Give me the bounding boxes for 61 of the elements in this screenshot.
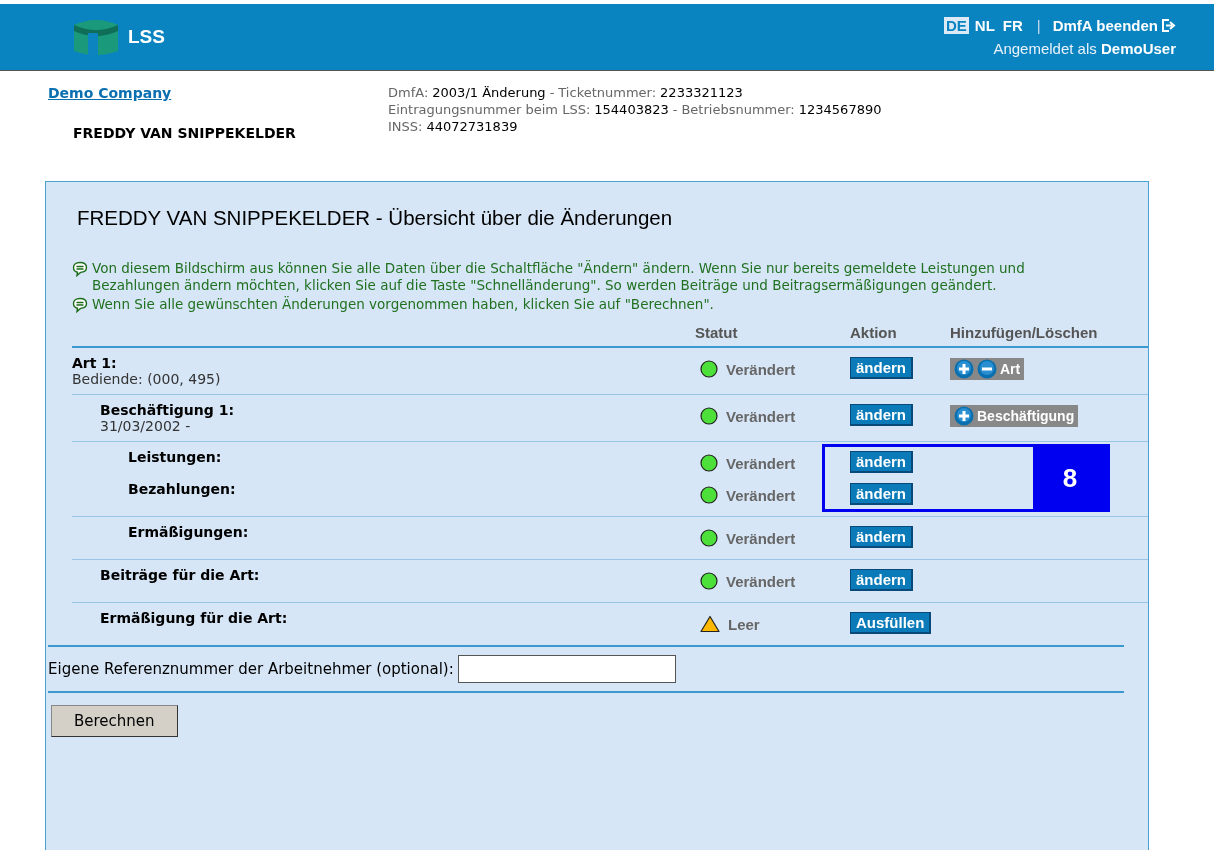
row-label: Art 1:: [72, 355, 118, 371]
language-link[interactable]: NL: [972, 17, 997, 34]
speech-bubble-icon: [72, 297, 88, 313]
column-header: Hinzufügen/Löschen: [950, 324, 1099, 343]
status-text: Leer: [728, 615, 760, 633]
row-label: Ermäßigung für die Art:: [100, 610, 289, 626]
field-value: 2003/1 Änderung: [432, 85, 546, 100]
add-remove-label: Beschäftigung: [977, 408, 1075, 424]
field-label: DmfA:: [388, 85, 429, 100]
edit-button[interactable]: ändern: [850, 404, 913, 426]
add-remove-control[interactable]: Art: [950, 358, 1025, 380]
logo-text: LSS: [128, 26, 165, 48]
add-remove-control[interactable]: Beschäftigung: [950, 405, 1079, 427]
row-label: Bezahlungen:: [128, 481, 237, 497]
field-value: 154403823: [594, 102, 669, 117]
language-link[interactable]: FR: [1000, 17, 1025, 34]
column-header: Statut: [695, 324, 739, 343]
edit-button[interactable]: ändern: [850, 569, 913, 591]
status-text: Verändert: [726, 360, 796, 378]
reference-label: Eigene Referenznummer der Arbeitnehmer (optional):: [48, 660, 454, 678]
row-label: Ermäßigungen:: [128, 524, 250, 540]
field-label: INSS:: [388, 119, 423, 134]
field-label: Ticketnummer:: [558, 85, 657, 100]
exit-icon: [1162, 19, 1176, 32]
edit-button[interactable]: Ausfüllen: [850, 612, 932, 634]
panel-title: FREDDY VAN SNIPPEKELDER - Übersicht über die Änderungen: [76, 206, 674, 230]
column-header: Aktion: [850, 324, 898, 343]
status-text: Verändert: [726, 454, 796, 472]
field-value: 44072731839: [426, 119, 518, 134]
separator: -: [549, 85, 555, 100]
row-label: Beiträge für die Art:: [100, 567, 261, 583]
calculate-button[interactable]: Berechnen: [51, 705, 178, 737]
field-value: 1234567890: [798, 102, 882, 117]
edit-button[interactable]: ändern: [850, 483, 913, 505]
separator: |: [1036, 17, 1041, 34]
info-note: Wenn Sie alle gewünschten Änderungen vorgenommen haben, klicken Sie auf "Berechnen".: [92, 296, 714, 313]
callout-number: 8: [1033, 447, 1107, 509]
edit-button[interactable]: ändern: [850, 357, 913, 379]
status-text: Verändert: [726, 407, 796, 425]
separator: -: [672, 102, 678, 117]
login-text: Angemeldet als DemoUser: [993, 40, 1176, 57]
status-text: Verändert: [726, 529, 796, 547]
add-remove-label: Art: [1000, 361, 1021, 377]
field-label: Betriebsnummer:: [681, 102, 795, 117]
status-text: Verändert: [726, 572, 796, 590]
language-link[interactable]: DE: [943, 17, 969, 34]
row-sublabel: 31/03/2002 -: [100, 418, 192, 434]
exit-link[interactable]: DmfA beenden: [1052, 17, 1176, 34]
field-label: Eintragungsnummer beim LSS:: [388, 102, 591, 117]
field-value: 2233321123: [660, 85, 743, 100]
row-label: Leistungen:: [128, 449, 223, 465]
edit-button[interactable]: ändern: [850, 451, 913, 473]
employee-name: FREDDY VAN SNIPPEKELDER: [72, 125, 297, 141]
status-text: Verändert: [726, 486, 796, 504]
info-note: Von diesem Bildschirm aus können Sie alle Daten über die Schaltfläche "Ändern" ändern. Wenn Sie nur bereits gemeldete Leistungen und Bezahlungen ändern möchten, klicken Sie auf die Taste "Schnelländerung". So werden Beiträge und Beitragsermäßigungen geändert.: [92, 260, 1026, 294]
row-sublabel: Bediende: (000, 495): [72, 371, 222, 387]
row-label: Beschäftigung 1:: [100, 402, 235, 418]
reference-input-field[interactable]: [457, 655, 676, 683]
speech-bubble-icon: [72, 261, 88, 277]
edit-button[interactable]: ändern: [850, 526, 913, 548]
company-link[interactable]: Demo Company: [48, 85, 172, 101]
